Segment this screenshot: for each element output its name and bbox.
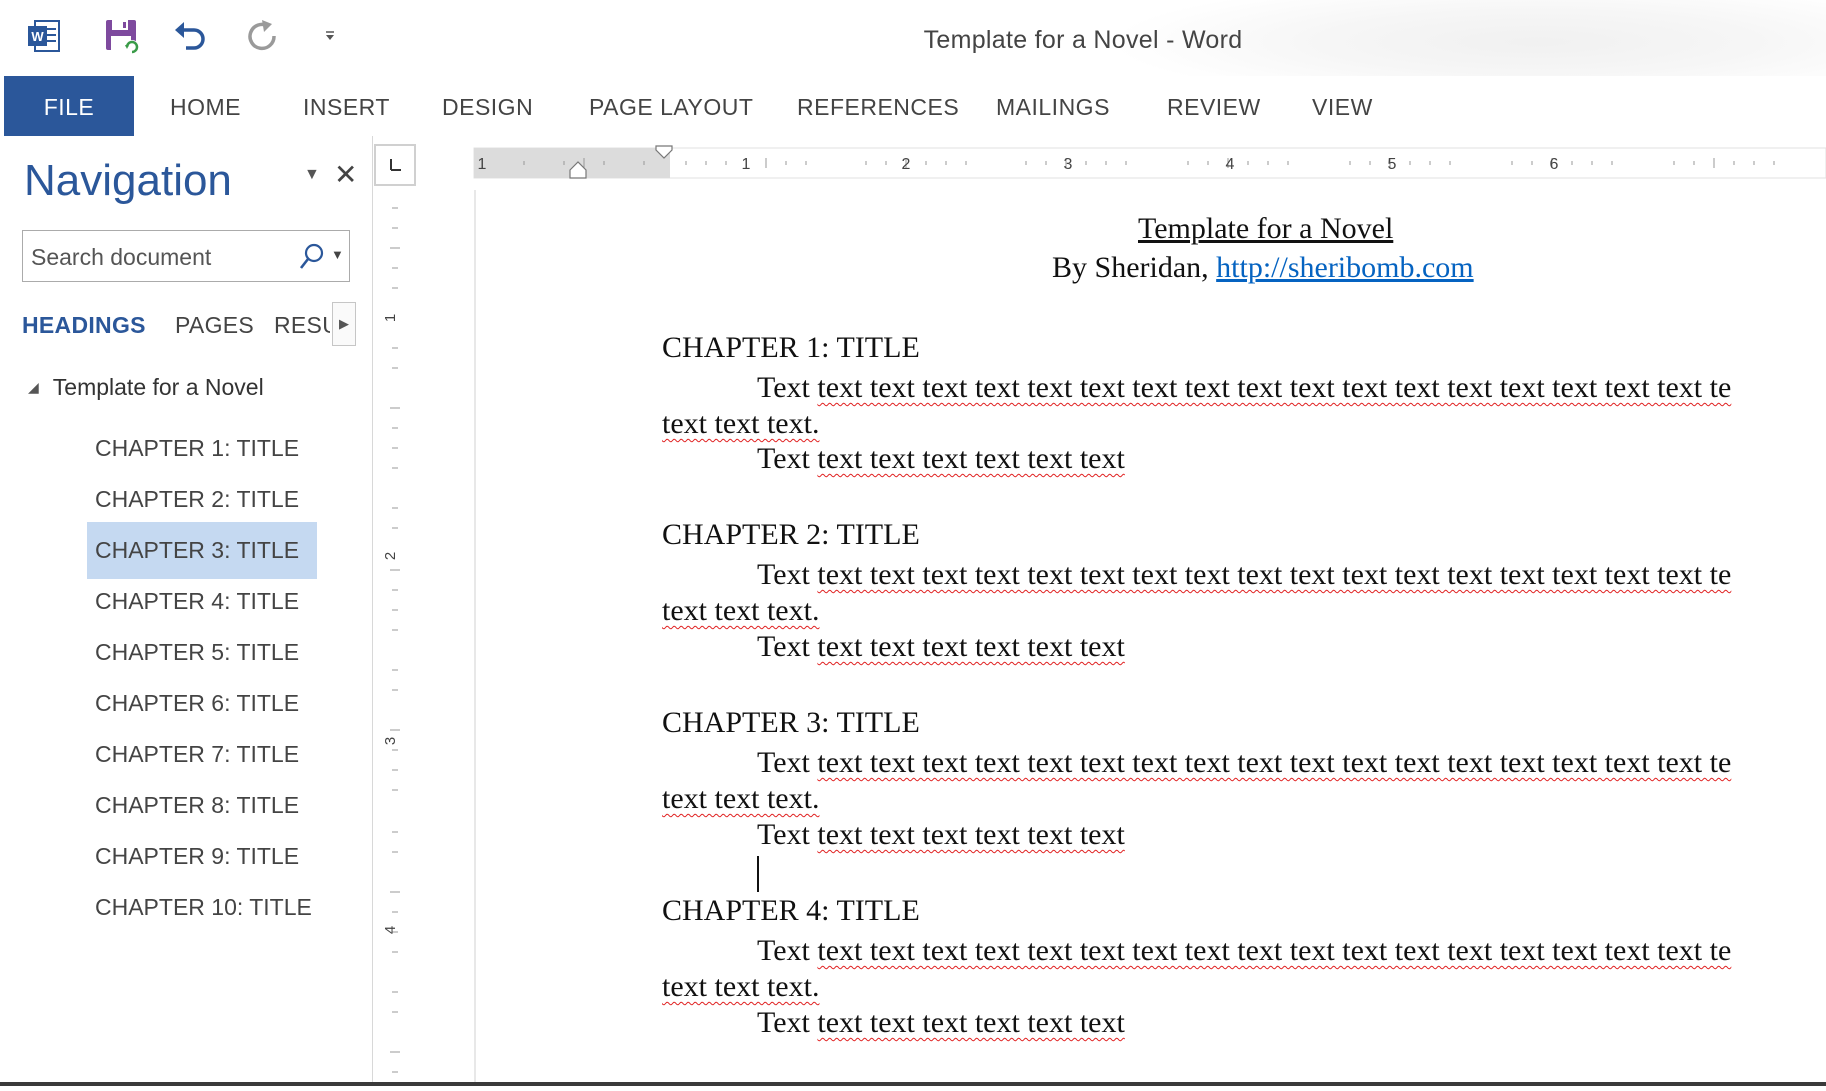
vruler-label: 4 xyxy=(382,926,399,934)
paragraph-line[interactable]: Text text text text text text text xyxy=(757,442,1125,476)
paragraph-word: Text xyxy=(757,1006,810,1039)
heading-item[interactable]: CHAPTER 2: TITLE xyxy=(87,471,317,528)
left-tab-icon xyxy=(390,159,401,171)
paragraph-word: Text xyxy=(757,746,810,779)
chapter-heading[interactable]: CHAPTER 2: TITLE xyxy=(662,518,920,552)
paragraph-word: Text xyxy=(757,934,810,967)
scroll-right-icon[interactable]: ▶ xyxy=(332,302,356,346)
tab-page-layout[interactable]: PAGE LAYOUT xyxy=(589,76,753,136)
paragraph-text: text text text text text text text text … xyxy=(817,371,1732,404)
text-cursor xyxy=(757,856,759,892)
tab-references[interactable]: REFERENCES xyxy=(797,76,959,136)
navigation-pane: Navigation ▼ ✕ ▼ HEADINGS PAGES RESU ▶ ◢… xyxy=(4,136,373,1086)
heading-item[interactable]: CHAPTER 5: TITLE xyxy=(87,624,317,681)
paragraph-line[interactable]: Text text text text text text text xyxy=(757,630,1125,664)
paragraph-line[interactable]: Text text text text text text text text … xyxy=(757,371,1731,405)
navtab-results[interactable]: RESU xyxy=(274,312,330,339)
document-title[interactable]: Template for a Novel xyxy=(1138,212,1393,246)
paragraph-line[interactable]: text text text. xyxy=(662,407,819,441)
paragraph-line[interactable]: Text text text text text text text text … xyxy=(757,558,1731,592)
heading-item[interactable]: CHAPTER 8: TITLE xyxy=(87,777,317,834)
paragraph-text: text text text text text text xyxy=(817,630,1125,663)
paragraph-word: Text xyxy=(757,442,810,475)
heading-root[interactable]: ◢ Template for a Novel xyxy=(28,374,264,401)
heading-item[interactable]: CHAPTER 4: TITLE xyxy=(87,573,317,630)
paragraph-line[interactable]: text text text. xyxy=(662,594,819,628)
horizontal-ruler[interactable]: 1 1 2 3 4 5 6 xyxy=(416,136,1826,190)
tab-review[interactable]: REVIEW xyxy=(1167,76,1261,136)
heading-item-selected[interactable]: CHAPTER 3: TITLE xyxy=(87,522,317,579)
search-options-icon[interactable]: ▼ xyxy=(331,247,344,262)
paragraph-text: text text text text text text xyxy=(817,442,1125,475)
paragraph-word: Text xyxy=(757,818,810,851)
heading-item[interactable]: CHAPTER 6: TITLE xyxy=(87,675,317,732)
vruler-label: 2 xyxy=(382,552,399,560)
ribbon-tabs: FILE HOME INSERT DESIGN PAGE LAYOUT REFE… xyxy=(0,76,1826,136)
collapse-triangle-icon[interactable]: ◢ xyxy=(28,379,39,396)
paragraph-line[interactable]: Text text text text text text text xyxy=(757,818,1125,852)
search-input[interactable] xyxy=(29,239,293,275)
tab-design[interactable]: DESIGN xyxy=(442,76,533,136)
paragraph-text: text text text text text text xyxy=(817,1006,1125,1039)
byline-text: By Sheridan, xyxy=(1052,251,1217,284)
vruler-label: 3 xyxy=(382,737,399,745)
paragraph-text: text text text text text text xyxy=(817,818,1125,851)
vruler-label: 1 xyxy=(382,314,399,322)
tab-insert[interactable]: INSERT xyxy=(303,76,390,136)
search-box: ▼ xyxy=(22,230,350,282)
paragraph-text: text text text text text text text text … xyxy=(817,934,1732,967)
heading-root-label: Template for a Novel xyxy=(52,374,264,400)
byline[interactable]: By Sheridan, http://sheribomb.com xyxy=(1052,251,1474,285)
tab-view[interactable]: VIEW xyxy=(1312,76,1373,136)
title-bar: W Template for a Novel - Word xyxy=(0,0,1826,76)
hruler-label: 3 xyxy=(1064,156,1073,173)
heading-item[interactable]: CHAPTER 1: TITLE xyxy=(87,420,317,477)
paragraph-word: Text xyxy=(757,371,810,404)
window-title: Template for a Novel - Word xyxy=(923,26,1243,54)
heading-item[interactable]: CHAPTER 10: TITLE xyxy=(87,879,317,936)
hruler-label: 1 xyxy=(742,156,751,173)
navtab-headings[interactable]: HEADINGS xyxy=(22,312,146,339)
paragraph-text: text text text text text text text text … xyxy=(817,746,1732,779)
paragraph-word: Text xyxy=(757,558,810,591)
paragraph-line[interactable]: Text text text text text text text text … xyxy=(757,746,1731,780)
chapter-heading[interactable]: CHAPTER 4: TITLE xyxy=(662,894,920,928)
tab-home[interactable]: HOME xyxy=(170,76,241,136)
close-icon[interactable]: ✕ xyxy=(334,158,357,191)
window-bottom-border xyxy=(0,1082,1826,1086)
tab-mailings[interactable]: MAILINGS xyxy=(996,76,1110,136)
search-icon[interactable] xyxy=(299,243,325,276)
vertical-ruler[interactable]: 1 2 3 4 xyxy=(374,186,417,1086)
paragraph-word: Text xyxy=(757,630,810,663)
hruler-label: 1 xyxy=(478,156,487,173)
paragraph-line[interactable]: Text text text text text text text xyxy=(757,1006,1125,1040)
paragraph-line[interactable]: text text text. xyxy=(662,782,819,816)
navtab-pages[interactable]: PAGES xyxy=(175,312,254,339)
hruler-label: 5 xyxy=(1388,156,1397,173)
heading-item[interactable]: CHAPTER 9: TITLE xyxy=(87,828,317,885)
paragraph-line[interactable]: Text text text text text text text text … xyxy=(757,934,1731,968)
hruler-label: 6 xyxy=(1550,156,1559,173)
chapter-heading[interactable]: CHAPTER 1: TITLE xyxy=(662,331,920,365)
pane-options-icon[interactable]: ▼ xyxy=(304,166,320,184)
navigation-title: Navigation xyxy=(24,156,232,205)
paragraph-text: text text text text text text text text … xyxy=(817,558,1732,591)
chapter-heading[interactable]: CHAPTER 3: TITLE xyxy=(662,706,920,740)
page-left-edge xyxy=(474,190,476,1086)
tab-file[interactable]: FILE xyxy=(4,76,134,136)
hruler-label: 4 xyxy=(1226,156,1235,173)
paragraph-line[interactable]: text text text. xyxy=(662,970,819,1004)
tab-selector[interactable] xyxy=(374,144,416,186)
heading-item[interactable]: CHAPTER 7: TITLE xyxy=(87,726,317,783)
byline-link[interactable]: http://sheribomb.com xyxy=(1216,251,1473,284)
hruler-label: 2 xyxy=(902,156,911,173)
